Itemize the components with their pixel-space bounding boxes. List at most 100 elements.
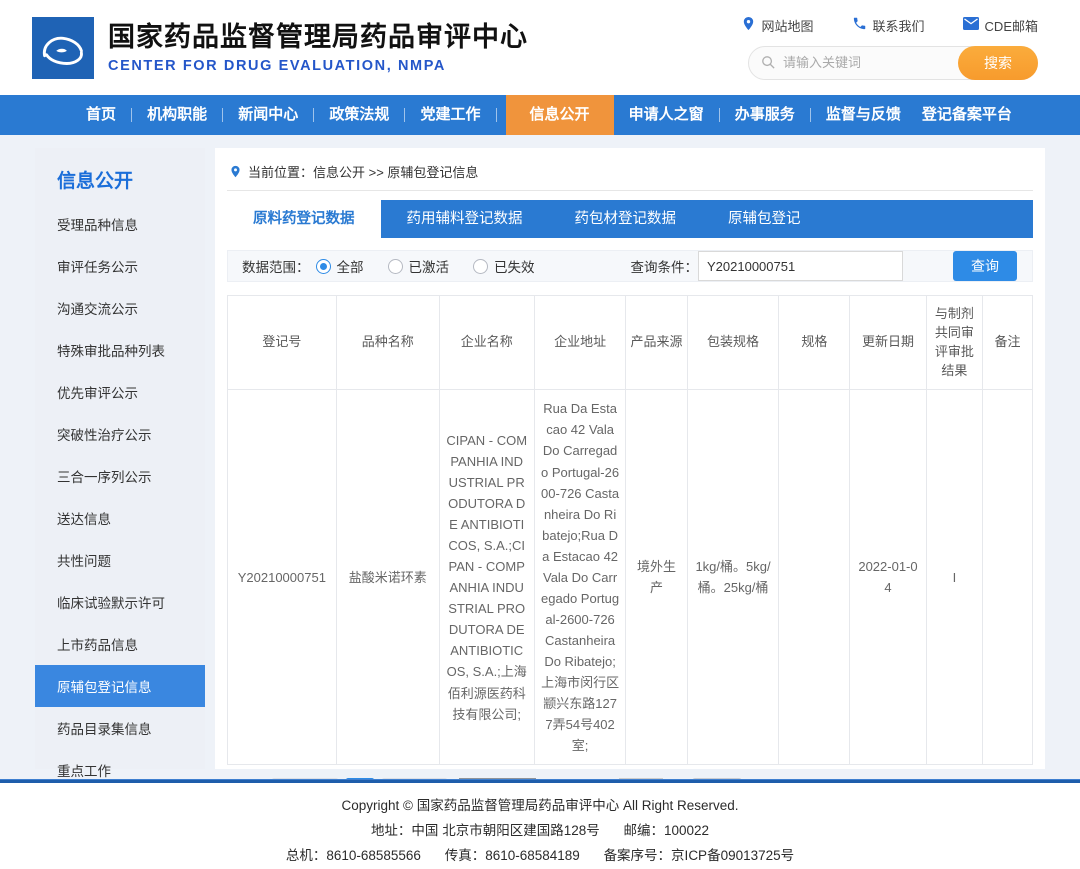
cell-registration-no: Y20210000751 (228, 390, 337, 765)
sidebar-item[interactable]: 重点工作 (35, 749, 205, 779)
nav-item-info-disclosure[interactable]: 信息公开 (506, 95, 614, 135)
site-subtitle: CENTER FOR DRUG EVALUATION, NMPA (108, 58, 528, 74)
radio-label: 全部 (337, 256, 364, 276)
location-pin-icon (229, 164, 242, 179)
site-search: 搜索 (748, 46, 1038, 80)
nav-separator (404, 108, 405, 122)
sidebar-item[interactable]: 三合一序列公示 (35, 455, 205, 497)
query-button[interactable]: 查询 (953, 251, 1017, 281)
col-spec: 规格 (779, 296, 850, 390)
radio-label: 已激活 (409, 256, 450, 276)
col-packaging-spec: 包装规格 (687, 296, 779, 390)
footer-address-line: 地址：中国 北京市朝阳区建国路128号 邮编：100022 (0, 819, 1080, 844)
query-panel: 数据范围： 全部 已激活 已失效 查询条件： 查询 (227, 250, 1033, 282)
tab-bar: 原料药登记数据 药用辅料登记数据 药包材登记数据 原辅包登记 (227, 200, 1033, 238)
radio-icon (473, 259, 488, 274)
breadcrumb: 当前位置：信息公开 >> 原辅包登记信息 (227, 158, 1033, 191)
table-row: Y20210000751 盐酸米诺环素 CIPAN - COMPANHIA IN… (228, 390, 1033, 765)
footer-postcode: 邮编：100022 (623, 823, 709, 838)
results-table: 登记号 品种名称 企业名称 企业地址 产品来源 包装规格 规格 更新日期 与制剂… (227, 295, 1033, 765)
radio-icon (316, 259, 331, 274)
nav-item-services[interactable]: 办事服务 (729, 95, 801, 135)
page: 国家药品监督管理局药品审评中心 CENTER FOR DRUG EVALUATI… (0, 0, 1080, 869)
col-company-address: 企业地址 (534, 296, 626, 390)
condition-label: 查询条件： (631, 256, 699, 276)
nav-separator (496, 108, 497, 122)
radio-option-all[interactable]: 全部 (316, 256, 364, 276)
cell-packaging-spec: 1kg/桶。5kg/桶。25kg/桶 (687, 390, 779, 765)
nav-separator (810, 108, 811, 122)
footer-phone: 总机：8610-68585566 (286, 848, 421, 863)
nav-separator (719, 108, 720, 122)
nav-item-party[interactable]: 党建工作 (414, 95, 486, 135)
mail-label: CDE邮箱 (985, 16, 1038, 35)
query-condition-input[interactable] (698, 251, 903, 281)
sidebar-item[interactable]: 突破性治疗公示 (35, 413, 205, 455)
radio-label: 已失效 (494, 256, 535, 276)
nav-item-news[interactable]: 新闻中心 (232, 95, 304, 135)
cell-joint-review-result: I (926, 390, 982, 765)
sidebar-item[interactable]: 药品目录集信息 (35, 707, 205, 749)
sidebar-title: 信息公开 (35, 162, 205, 203)
col-remarks: 备注 (983, 296, 1033, 390)
col-update-date: 更新日期 (850, 296, 926, 390)
radio-option-expired[interactable]: 已失效 (473, 256, 535, 276)
content-area: 信息公开 受理品种信息 审评任务公示 沟通交流公示 特殊审批品种列表 优先审评公… (0, 135, 1080, 779)
site-footer: Copyright © 国家药品监督管理局药品审评中心 All Right Re… (0, 783, 1080, 869)
main-card: 当前位置：信息公开 >> 原辅包登记信息 原料药登记数据 药用辅料登记数据 药包… (215, 148, 1045, 769)
sidebar-item[interactable]: 沟通交流公示 (35, 287, 205, 329)
col-joint-review-result: 与制剂共同审评审批结果 (926, 296, 982, 390)
col-registration-no: 登记号 (228, 296, 337, 390)
footer-icp: 备案序号：京ICP备09013725号 (604, 848, 795, 863)
radio-option-activated[interactable]: 已激活 (388, 256, 450, 276)
cell-spec (779, 390, 850, 765)
sidebar-item[interactable]: 共性问题 (35, 539, 205, 581)
mail-link[interactable]: CDE邮箱 (963, 16, 1038, 35)
cell-update-date: 2022-01-04 (850, 390, 926, 765)
map-pin-icon (741, 16, 756, 34)
sitemap-link[interactable]: 网站地图 (741, 16, 814, 35)
scope-label: 数据范围： (242, 256, 310, 276)
breadcrumb-text: 当前位置：信息公开 >> 原辅包登记信息 (248, 162, 478, 181)
tab-packaging-data[interactable]: 药包材登记数据 (549, 200, 703, 238)
site-search-button[interactable]: 搜索 (958, 46, 1038, 80)
nav-separator (222, 108, 223, 122)
sidebar-item[interactable]: 特殊审批品种列表 (35, 329, 205, 371)
radio-icon (388, 259, 403, 274)
header-right: 网站地图 联系我们 CDE邮箱 (741, 16, 1038, 80)
nav-item-registration-platform[interactable]: 登记备案平台 (916, 95, 1018, 135)
sidebar-item[interactable]: 受理品种信息 (35, 203, 205, 245)
contact-label: 联系我们 (873, 16, 925, 35)
sidebar-item[interactable]: 审评任务公示 (35, 245, 205, 287)
nav-item-home[interactable]: 首页 (80, 95, 122, 135)
site-search-input[interactable] (783, 55, 953, 70)
nav-item-org[interactable]: 机构职能 (141, 95, 213, 135)
cell-company-address: Rua Da Estacao 42 Vala Do Carregado Port… (534, 390, 626, 765)
sidebar-item[interactable]: 上市药品信息 (35, 623, 205, 665)
cell-company-name: CIPAN - COMPANHIA INDUSTRIAL PRODUTORA D… (439, 390, 534, 765)
table-header-row: 登记号 品种名称 企业名称 企业地址 产品来源 包装规格 规格 更新日期 与制剂… (228, 296, 1033, 390)
main-nav: 首页 机构职能 新闻中心 政策法规 党建工作 信息公开 申请人之窗 办事服务 监… (0, 95, 1080, 135)
cell-remarks (983, 390, 1033, 765)
sidebar: 信息公开 受理品种信息 审评任务公示 沟通交流公示 特殊审批品种列表 优先审评公… (35, 148, 205, 769)
brand: 国家药品监督管理局药品审评中心 CENTER FOR DRUG EVALUATI… (108, 21, 528, 73)
contact-link[interactable]: 联系我们 (852, 16, 925, 35)
nav-item-policy[interactable]: 政策法规 (323, 95, 395, 135)
nav-item-supervision[interactable]: 监督与反馈 (820, 95, 907, 135)
tab-excipient-data[interactable]: 药用辅料登记数据 (381, 200, 549, 238)
quick-links: 网站地图 联系我们 CDE邮箱 (741, 16, 1038, 35)
phone-icon (852, 16, 867, 34)
footer-contact-line: 总机：8610-68585566 传真：8610-68584189 备案序号：京… (0, 844, 1080, 869)
sidebar-item[interactable]: 送达信息 (35, 497, 205, 539)
sidebar-item[interactable]: 优先审评公示 (35, 371, 205, 413)
cde-logo-icon (32, 17, 94, 79)
sidebar-item[interactable]: 临床试验默示许可 (35, 581, 205, 623)
nav-item-applicant[interactable]: 申请人之窗 (623, 95, 710, 135)
mail-icon (963, 17, 979, 33)
tab-raw-material-data[interactable]: 原料药登记数据 (227, 200, 381, 238)
sidebar-item-yfb-registration[interactable]: 原辅包登记信息 (35, 665, 205, 707)
cell-product-name: 盐酸米诺环素 (336, 390, 439, 765)
tab-yfb-registration[interactable]: 原辅包登记 (702, 200, 827, 238)
footer-fax: 传真：8610-68584189 (445, 848, 580, 863)
col-product-name: 品种名称 (336, 296, 439, 390)
